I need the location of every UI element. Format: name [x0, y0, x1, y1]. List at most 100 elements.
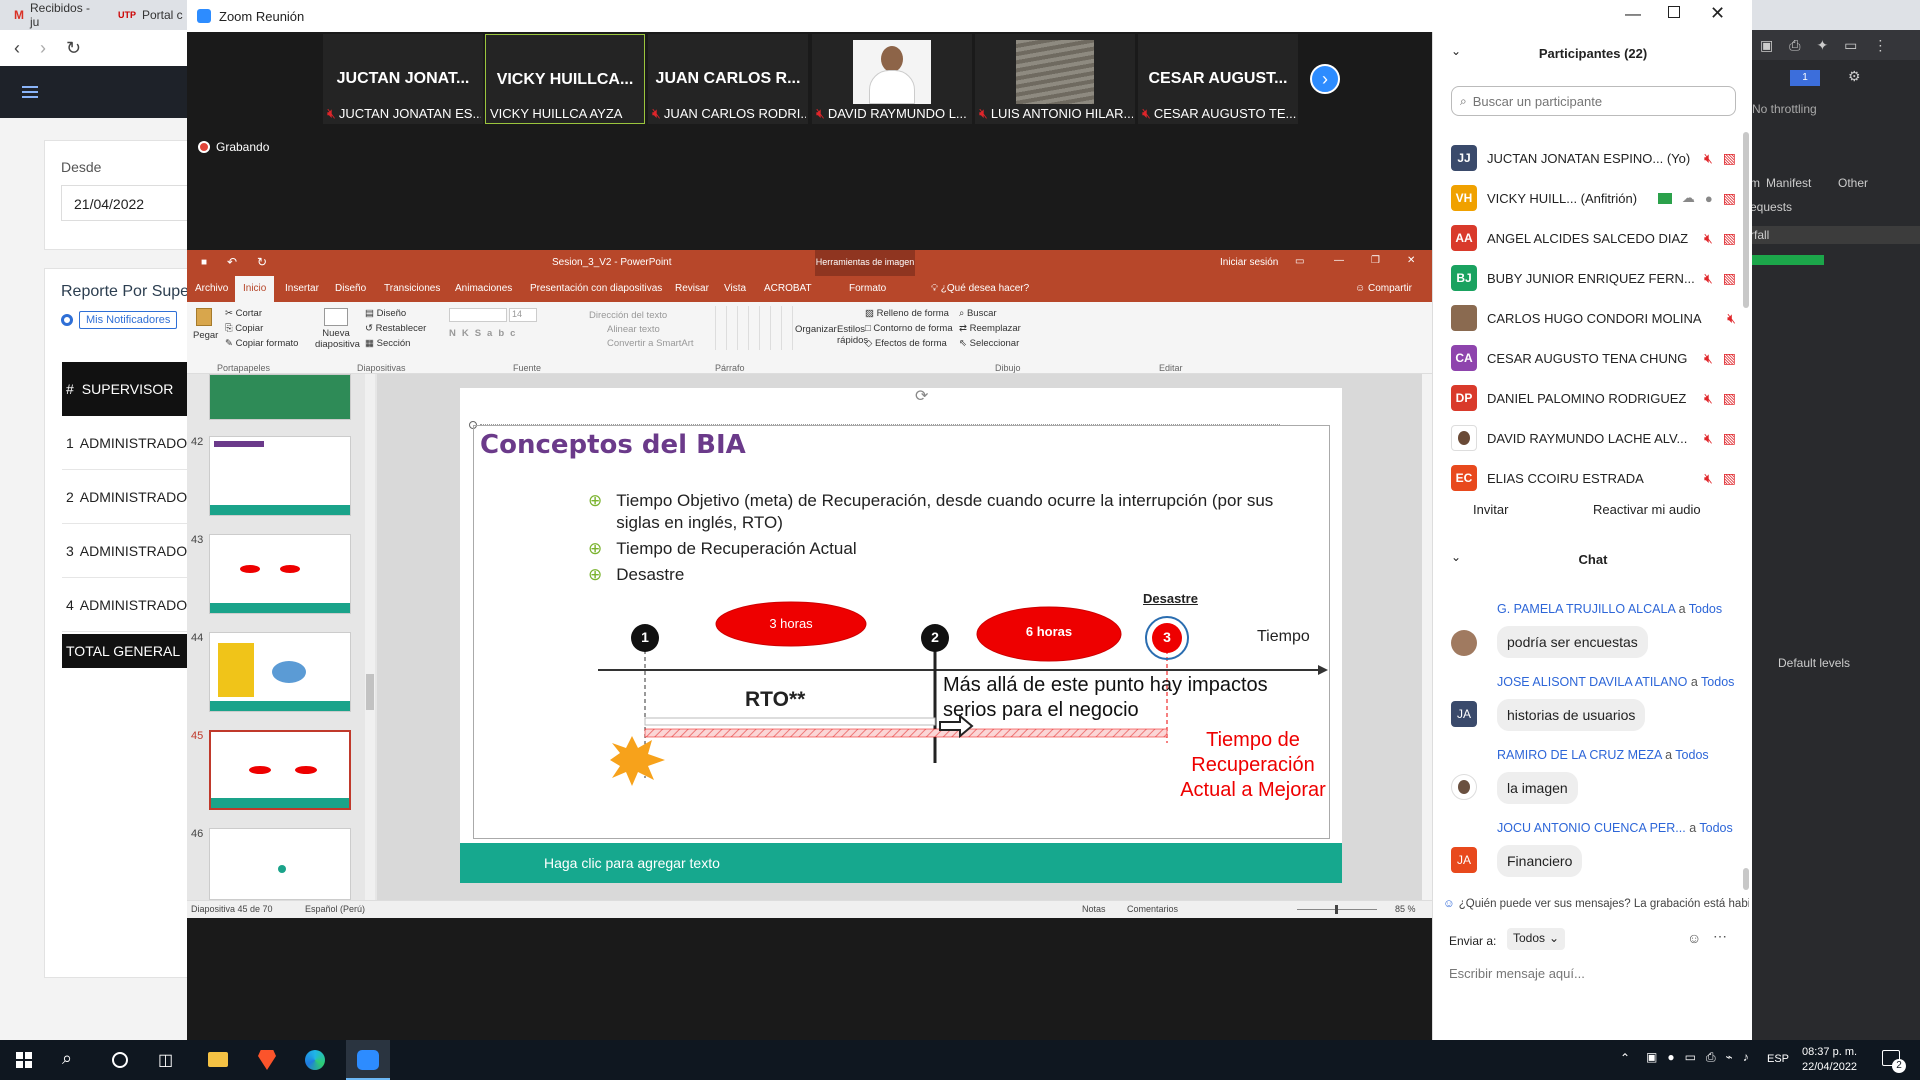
message-input[interactable]: Escribir mensaje aquí...: [1449, 966, 1585, 981]
select-button[interactable]: ⇖ Seleccionar: [959, 338, 1019, 349]
slide-thumbnails-pane[interactable]: 42 43 44 45 46: [187, 374, 377, 900]
tab-acrobat[interactable]: ACROBAT: [764, 283, 812, 294]
shapes-gallery[interactable]: [705, 306, 793, 350]
slide-thumbnail[interactable]: [209, 436, 351, 516]
paste-button[interactable]: Pegar: [193, 308, 218, 352]
layout-button[interactable]: ▤ Diseño: [365, 308, 406, 319]
mic-muted-icon[interactable]: 🔇︎: [1704, 350, 1713, 367]
slide-thumbnail[interactable]: [209, 534, 351, 614]
mic-icon[interactable]: ●: [1705, 191, 1713, 206]
signin-link[interactable]: Iniciar sesión: [1220, 257, 1278, 268]
profile-icon[interactable]: ▭: [1844, 37, 1857, 54]
minimize-icon[interactable]: —: [1625, 6, 1641, 24]
chat-visibility-notice[interactable]: ☺ ¿Quién puede ver sus mensajes? La graba…: [1443, 898, 1749, 910]
cortana-icon[interactable]: [112, 1052, 128, 1068]
log-levels-select[interactable]: Default levels: [1778, 656, 1850, 670]
language-indicator[interactable]: ESP: [1767, 1053, 1789, 1065]
shape-fill-button[interactable]: ▨ Relleno de forma: [865, 308, 949, 319]
tab-presentacion[interactable]: Presentación con diapositivas: [530, 283, 662, 294]
tray-chevron-icon[interactable]: ⌃: [1620, 1051, 1630, 1065]
video-off-icon[interactable]: ▧: [1723, 190, 1736, 207]
camera-icon[interactable]: ▣: [1760, 37, 1773, 54]
search-input[interactable]: [1472, 93, 1713, 109]
windows-start-icon[interactable]: [16, 1052, 32, 1068]
participant-row[interactable]: DAVID RAYMUNDO LACHE ALV... 🔇︎ ▧: [1451, 418, 1736, 458]
quick-styles-button[interactable]: Estilos rápidos: [837, 324, 868, 346]
video-tile[interactable]: 🔇︎ DAVID RAYMUNDO L...: [812, 34, 972, 124]
ppt-restore-icon[interactable]: ❐: [1371, 255, 1380, 266]
send-to-select[interactable]: Todos ⌄: [1507, 928, 1566, 950]
file-explorer-icon[interactable]: [208, 1052, 228, 1067]
cut-button[interactable]: ✂ Cortar: [225, 308, 262, 319]
undo-icon[interactable]: ↶: [227, 255, 237, 269]
slide-thumbnail[interactable]: [209, 374, 351, 420]
format-painter-button[interactable]: ✎ Copiar formato: [225, 338, 298, 349]
tab-formato[interactable]: Formato: [849, 283, 886, 294]
shape-outline-button[interactable]: □ Contorno de forma: [865, 323, 953, 334]
ppt-minimize-icon[interactable]: —: [1334, 255, 1344, 266]
unmute-all-button[interactable]: Reactivar mi audio: [1593, 502, 1701, 517]
participant-row[interactable]: VH VICKY HUILL... (Anfitrión) ☁ ● ▧: [1451, 178, 1736, 218]
arrange-button[interactable]: Organizar: [795, 324, 837, 335]
slide-thumbnail[interactable]: [209, 828, 351, 900]
section-button[interactable]: ▦ Sección: [365, 338, 410, 349]
video-off-icon[interactable]: ▧: [1723, 230, 1736, 247]
thumbnails-scrollbar[interactable]: [365, 374, 375, 900]
replace-button[interactable]: ⇄ Reemplazar: [959, 323, 1021, 334]
video-tile[interactable]: 🔇︎ LUIS ANTONIO HILAR...: [975, 34, 1135, 124]
clock[interactable]: 08:37 p. m. 22/04/2022: [1802, 1045, 1857, 1075]
throttling-select[interactable]: No throttling: [1752, 102, 1817, 116]
video-tile[interactable]: JUCTAN JONAT... 🔇︎ JUCTAN JONATAN ES...: [323, 34, 483, 124]
more-icon[interactable]: ⋮: [1873, 37, 1887, 54]
reset-button[interactable]: ↺ Restablecer: [365, 323, 426, 334]
mic-muted-icon[interactable]: 🔇︎: [1704, 270, 1713, 287]
participant-row[interactable]: AA ANGEL ALCIDES SALCEDO DIAZ 🔇︎ ▧: [1451, 218, 1736, 258]
printer-tray-icon[interactable]: ⎙: [1706, 1050, 1716, 1065]
mic-muted-icon[interactable]: 🔇︎: [1704, 430, 1713, 447]
browser-tab-gmail[interactable]: M Recibidos - ju: [0, 1, 100, 29]
font-size-box[interactable]: 14: [509, 308, 537, 322]
tab-animaciones[interactable]: Animaciones: [455, 283, 512, 294]
video-off-icon[interactable]: ▧: [1723, 150, 1736, 167]
mic-muted-icon[interactable]: 🔇︎: [1704, 470, 1713, 487]
issues-badge[interactable]: 1: [1790, 70, 1820, 86]
mic-muted-icon[interactable]: 🔇︎: [1704, 390, 1713, 407]
comments-button[interactable]: Comentarios: [1127, 904, 1178, 914]
document-icon[interactable]: ⎙: [1789, 37, 1800, 54]
align-text-button[interactable]: Alinear texto: [607, 324, 660, 335]
text-direction-button[interactable]: Dirección del texto: [589, 310, 667, 321]
ribbon-display-icon[interactable]: ▭: [1295, 256, 1304, 267]
wifi-icon[interactable]: ⌁: [1726, 1050, 1733, 1065]
tell-me-search[interactable]: 💡︎ ¿Qué desea hacer?: [931, 283, 1029, 294]
emoji-icon[interactable]: ☺: [1687, 930, 1701, 946]
mic-muted-icon[interactable]: 🔇︎: [1704, 150, 1713, 167]
video-off-icon[interactable]: ▧: [1723, 430, 1736, 447]
display-tray-icon[interactable]: ▭: [1685, 1050, 1696, 1065]
more-options-icon[interactable]: ⋯: [1713, 928, 1727, 945]
video-off-icon[interactable]: ▧: [1723, 270, 1736, 287]
devtools-tab-other[interactable]: Other: [1838, 176, 1868, 190]
new-slide-button[interactable]: Nueva diapositiva: [315, 308, 360, 350]
shape-effects-button[interactable]: ◇ Efectos de forma: [865, 338, 947, 349]
search-taskbar-icon[interactable]: ⌕: [62, 1048, 72, 1069]
edge-icon[interactable]: [305, 1050, 325, 1070]
redo-icon[interactable]: ↻: [257, 255, 267, 269]
hamburger-menu-icon[interactable]: [22, 86, 38, 98]
tab-revisar[interactable]: Revisar: [675, 283, 709, 294]
font-name-box[interactable]: [449, 308, 507, 322]
slide-thumbnail[interactable]: [209, 632, 351, 712]
mis-notificadores-button[interactable]: Mis Notificadores: [79, 311, 178, 329]
mic-tray-icon[interactable]: ●: [1667, 1050, 1674, 1065]
back-icon[interactable]: ‹: [14, 38, 20, 59]
camera-tray-icon[interactable]: ▣: [1646, 1050, 1657, 1065]
video-off-icon[interactable]: ▧: [1723, 390, 1736, 407]
participant-row[interactable]: CARLOS HUGO CONDORI MOLINA 🔇︎: [1451, 298, 1736, 338]
video-off-icon[interactable]: ▧: [1723, 350, 1736, 367]
video-off-icon[interactable]: ▧: [1723, 470, 1736, 487]
devtools-tab-manifest[interactable]: Manifest: [1766, 176, 1811, 190]
notes-button[interactable]: Notas: [1082, 904, 1106, 914]
tab-transiciones[interactable]: Transiciones: [384, 283, 440, 294]
tab-archivo[interactable]: Archivo: [195, 283, 228, 294]
chat-scrollbar[interactable]: [1743, 868, 1749, 890]
participant-row[interactable]: CA CESAR AUGUSTO TENA CHUNG 🔇︎ ▧: [1451, 338, 1736, 378]
